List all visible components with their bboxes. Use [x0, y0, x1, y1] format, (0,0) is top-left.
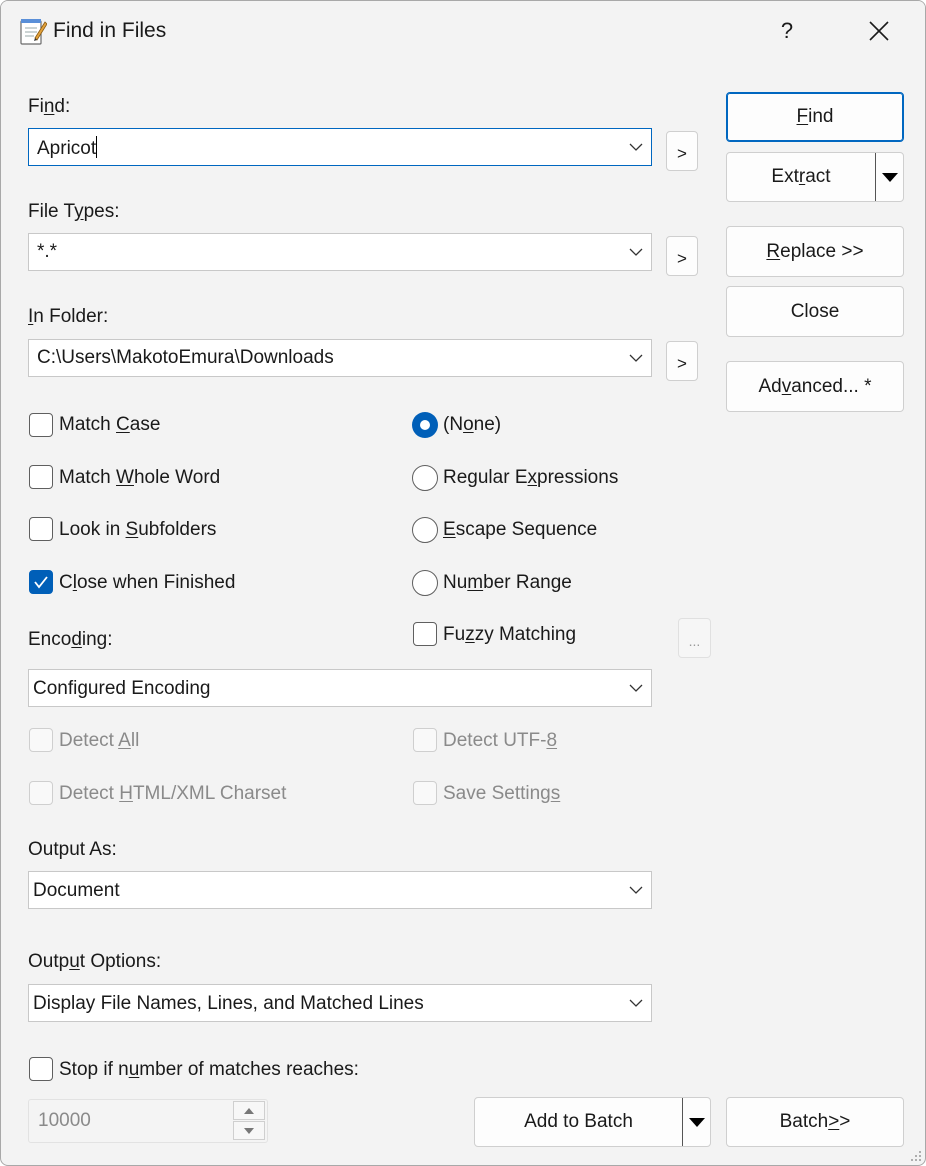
in-folder-combobox[interactable]: C:\Users\MakotoEmura\Downloads [28, 339, 652, 377]
triangle-down-icon [882, 173, 898, 182]
fuzzy-options-button[interactable]: ... [678, 618, 711, 658]
chevron-down-icon[interactable] [629, 246, 643, 258]
file-types-more-button[interactable]: > [666, 236, 698, 276]
chevron-down-icon[interactable] [629, 682, 643, 694]
chevron-down-icon[interactable] [629, 997, 643, 1009]
output-options-label: Output Options: [28, 951, 162, 972]
in-folder-more-button[interactable]: > [666, 341, 698, 381]
chevron-down-icon[interactable] [629, 352, 643, 364]
file-types-value[interactable]: *.* [37, 241, 57, 263]
stop-matches-label[interactable]: Stop if number of matches reaches: [59, 1059, 359, 1081]
find-combobox[interactable]: Apricot [28, 128, 652, 166]
stop-count-spinbox[interactable]: 10000 [28, 1099, 268, 1143]
output-as-label: Output As: [28, 839, 117, 860]
detect-all-label[interactable]: Detect All [59, 730, 139, 752]
close-icon [869, 21, 889, 41]
detect-all-checkbox[interactable] [29, 728, 53, 752]
encoding-label: Encoding: [28, 629, 113, 650]
chevron-down-icon[interactable] [629, 884, 643, 896]
radio-none-label[interactable]: (None) [443, 414, 501, 436]
replace-button[interactable]: Replace >> [726, 226, 904, 277]
fuzzy-matching-checkbox[interactable] [413, 622, 437, 646]
spin-up-icon [244, 1107, 254, 1114]
find-in-files-dialog: Find in Files ? Find: Apricot > File Typ… [0, 0, 926, 1166]
save-settings-checkbox[interactable] [413, 781, 437, 805]
stop-matches-checkbox[interactable] [29, 1057, 53, 1081]
fuzzy-matching-label[interactable]: Fuzzy Matching [443, 624, 576, 646]
look-in-subfolders-label[interactable]: Look in Subfolders [59, 519, 216, 541]
radio-escape-sequence[interactable] [412, 517, 438, 543]
triangle-down-icon [689, 1118, 705, 1127]
close-when-finished-checkbox[interactable] [29, 570, 53, 594]
detect-html-xml-charset-checkbox[interactable] [29, 781, 53, 805]
window-close-button[interactable] [849, 9, 909, 53]
notepad-app-icon [20, 19, 47, 45]
radio-regular-expressions[interactable] [412, 465, 438, 491]
spin-up-button[interactable] [233, 1101, 265, 1120]
checkmark-icon [34, 576, 48, 589]
spin-down-button[interactable] [233, 1121, 265, 1140]
help-button[interactable]: ? [757, 9, 817, 53]
window-title: Find in Files [53, 19, 167, 42]
output-options-value[interactable]: Display File Names, Lines, and Matched L… [33, 993, 424, 1015]
radio-escape-sequence-label[interactable]: Escape Sequence [443, 519, 597, 541]
output-as-value[interactable]: Document [33, 880, 120, 902]
find-input-value[interactable]: Apricot [37, 136, 98, 160]
add-to-batch-button[interactable]: Add to Batch [475, 1098, 682, 1146]
batch-button[interactable]: Batch > > [726, 1097, 904, 1147]
match-case-checkbox[interactable] [29, 413, 53, 437]
extract-dropdown-arrow[interactable] [876, 153, 904, 201]
match-whole-word-checkbox[interactable] [29, 465, 53, 489]
close-button[interactable]: Close [726, 286, 904, 337]
find-more-button[interactable]: > [666, 131, 698, 171]
file-types-combobox[interactable]: *.* [28, 233, 652, 271]
detect-utf8-label[interactable]: Detect UTF-8 [443, 730, 557, 752]
help-label: ? [780, 18, 794, 43]
output-options-combobox[interactable]: Display File Names, Lines, and Matched L… [28, 984, 652, 1022]
radio-none[interactable] [412, 412, 438, 438]
in-folder-value[interactable]: C:\Users\MakotoEmura\Downloads [37, 347, 334, 369]
output-as-combobox[interactable]: Document [28, 871, 652, 909]
radio-number-range[interactable] [412, 570, 438, 596]
chevron-down-icon[interactable] [629, 141, 643, 153]
save-settings-label[interactable]: Save Settings [443, 783, 560, 805]
close-when-finished-label[interactable]: Close when Finished [59, 572, 235, 594]
extract-button[interactable]: Ext r act [727, 153, 875, 201]
file-types-label: File Types: [28, 201, 120, 222]
title-bar: Find in Files ? [1, 1, 925, 61]
spin-down-icon [244, 1127, 254, 1134]
match-whole-word-label[interactable]: Match Whole Word [59, 467, 220, 489]
detect-utf8-checkbox[interactable] [413, 728, 437, 752]
extract-split-button[interactable]: Ext r act [726, 152, 904, 202]
encoding-combobox[interactable]: Configured Encoding [28, 669, 652, 707]
look-in-subfolders-checkbox[interactable] [29, 517, 53, 541]
detect-html-xml-charset-label[interactable]: Detect HTML/XML Charset [59, 783, 286, 805]
stop-count-value[interactable]: 10000 [38, 1110, 91, 1132]
encoding-value[interactable]: Configured Encoding [33, 678, 210, 700]
radio-number-range-label[interactable]: Number Range [443, 572, 572, 594]
in-folder-label: In Folder: [28, 306, 109, 327]
match-case-label[interactable]: Match Case [59, 414, 160, 436]
find-label: Find: [28, 96, 71, 117]
add-to-batch-dropdown-arrow[interactable] [683, 1098, 711, 1146]
add-to-batch-split-button[interactable]: Add to Batch [474, 1097, 711, 1147]
advanced-button[interactable]: Ad v anced... * [726, 361, 904, 412]
radio-regular-expressions-label[interactable]: Regular Expressions [443, 467, 618, 489]
resize-grip-icon[interactable] [909, 1149, 923, 1163]
find-button[interactable]: Find [726, 92, 904, 142]
